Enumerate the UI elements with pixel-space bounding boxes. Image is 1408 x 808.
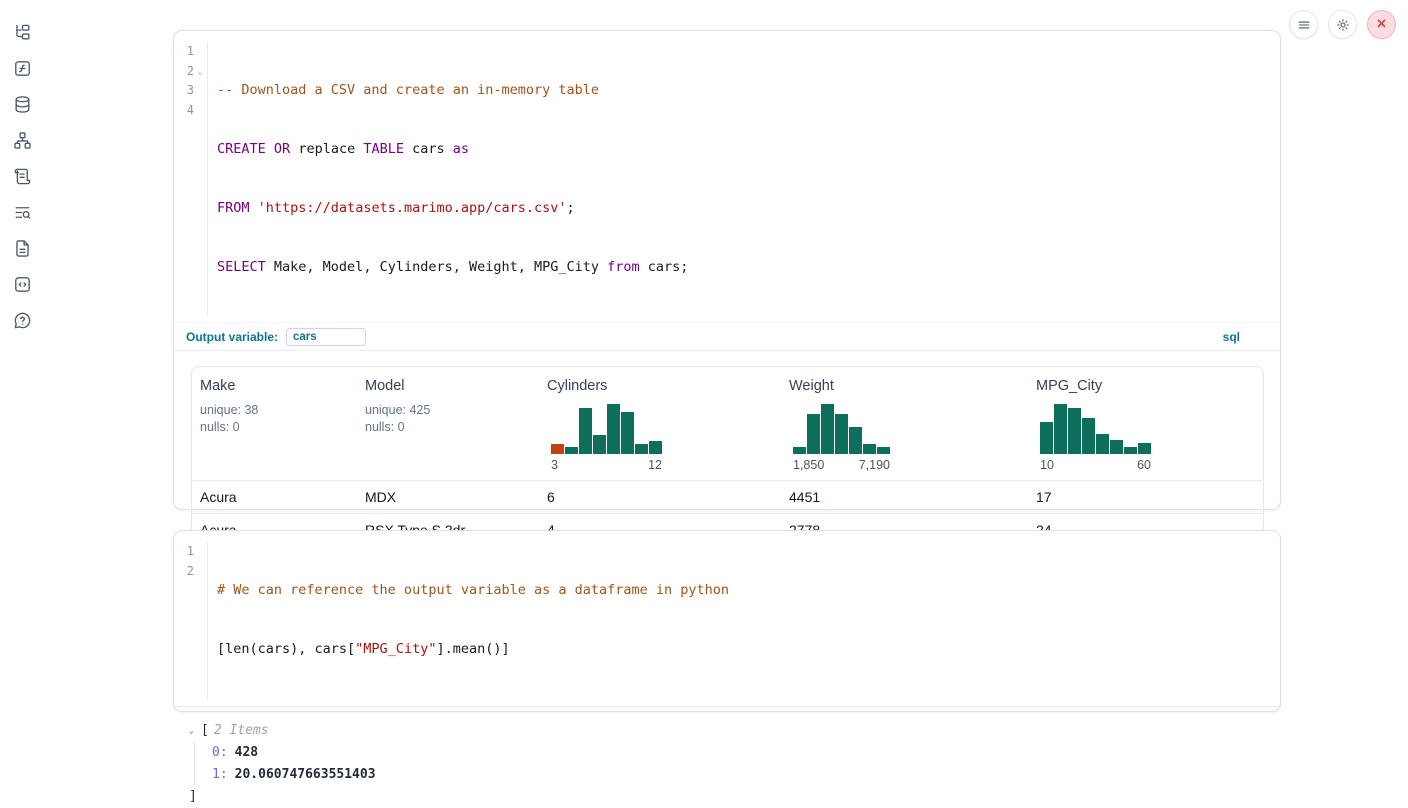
weight-histogram bbox=[793, 402, 890, 454]
menu-button[interactable] bbox=[1289, 10, 1318, 39]
sql-code-editor[interactable]: 1 2⌄ 3 4 -- Download a CSV and create an… bbox=[174, 31, 1280, 316]
left-panel-sidebar bbox=[0, 0, 44, 729]
line-number: 1 bbox=[174, 42, 194, 62]
histogram-bar bbox=[607, 404, 620, 454]
line-number-gutter: 1 2⌄ 3 4 bbox=[174, 42, 208, 316]
dependency-graph-icon[interactable] bbox=[0, 122, 44, 158]
database-icon[interactable] bbox=[0, 86, 44, 122]
histogram-bar bbox=[1068, 408, 1081, 454]
tree-children: 0: 428 1: 20.060747663551403 bbox=[194, 742, 1280, 786]
python-code-editor[interactable]: 1 2 # We can reference the output variab… bbox=[174, 531, 1280, 699]
snippets-code-icon[interactable] bbox=[0, 266, 44, 302]
code-line: FROM 'https://datasets.marimo.app/cars.c… bbox=[217, 199, 688, 219]
output-variable-input[interactable] bbox=[286, 328, 366, 346]
histogram-bar bbox=[1054, 404, 1067, 454]
histogram-bar bbox=[621, 412, 634, 454]
histogram-bar bbox=[807, 414, 820, 454]
collapse-chevron-icon[interactable]: ⌄ bbox=[189, 720, 201, 742]
settings-button[interactable] bbox=[1328, 10, 1357, 39]
table-header-row: Make unique: 38 nulls: 0 Model unique: 4… bbox=[192, 367, 1263, 480]
column-header-model[interactable]: Model unique: 425 nulls: 0 bbox=[357, 367, 539, 480]
histogram-bar bbox=[579, 408, 592, 454]
file-tree-icon[interactable] bbox=[0, 14, 44, 50]
text-search-icon[interactable] bbox=[0, 194, 44, 230]
code-line: SELECT Make, Model, Cylinders, Weight, M… bbox=[217, 258, 688, 278]
code-line: CREATE OR replace TABLE cars as bbox=[217, 140, 688, 160]
histogram-bar bbox=[877, 447, 890, 454]
hist-tick-max: 60 bbox=[1137, 458, 1151, 472]
histogram-bar bbox=[1096, 434, 1109, 454]
fold-chevron-icon[interactable]: ⌄ bbox=[194, 62, 206, 82]
item-key: 1: bbox=[212, 764, 228, 786]
line-number: 3 bbox=[174, 81, 194, 101]
line-number-gutter: 1 2 bbox=[174, 542, 208, 699]
column-header-weight[interactable]: Weight 1,850 7,190 bbox=[781, 367, 1028, 480]
histogram-bar bbox=[1082, 418, 1095, 454]
column-header-mpg-city[interactable]: MPG_City 10 60 bbox=[1028, 367, 1263, 480]
help-chat-icon[interactable] bbox=[0, 302, 44, 338]
tree-item: 1: 20.060747663551403 bbox=[212, 764, 1280, 786]
code-line: # We can reference the output variable a… bbox=[217, 581, 729, 601]
histogram-bar bbox=[835, 414, 848, 454]
column-header-cylinders[interactable]: Cylinders 3 12 bbox=[539, 367, 781, 480]
histogram-bar bbox=[649, 441, 662, 454]
line-number: 4 bbox=[174, 101, 194, 121]
line-number: 2 bbox=[174, 562, 194, 582]
output-variable-row: Output variable: sql bbox=[174, 322, 1280, 351]
menu-icon bbox=[1297, 18, 1311, 32]
histogram-bar bbox=[1124, 447, 1137, 454]
column-header-make[interactable]: Make unique: 38 nulls: 0 bbox=[192, 367, 357, 480]
language-badge[interactable]: sql bbox=[1223, 330, 1240, 344]
histogram-bar bbox=[849, 427, 862, 454]
close-icon: × bbox=[1377, 15, 1387, 32]
items-count-label: 2 Items bbox=[214, 720, 269, 742]
table-row: AcuraMDX6445117 bbox=[192, 480, 1263, 513]
code-line: -- Download a CSV and create an in-memor… bbox=[217, 81, 688, 101]
histogram-bar bbox=[565, 447, 578, 454]
hist-tick-min: 1,850 bbox=[793, 458, 824, 472]
item-value: 428 bbox=[235, 742, 258, 764]
tree-root-row: ⌄ [ 2 Items bbox=[189, 720, 1280, 742]
histogram-bar bbox=[1138, 443, 1151, 454]
scroll-logs-icon[interactable] bbox=[0, 158, 44, 194]
shutdown-button[interactable]: × bbox=[1367, 10, 1396, 39]
hist-tick-max: 12 bbox=[648, 458, 662, 472]
line-number: 1 bbox=[174, 542, 194, 562]
python-code: # We can reference the output variable a… bbox=[208, 542, 729, 699]
hist-tick-min: 3 bbox=[551, 458, 558, 472]
line-number: 2 bbox=[174, 62, 194, 82]
histogram-bar bbox=[793, 447, 806, 454]
code-line: [len(cars), cars["MPG_City"].mean()] bbox=[217, 640, 729, 660]
hist-tick-min: 10 bbox=[1040, 458, 1054, 472]
hist-tick-max: 7,190 bbox=[859, 458, 890, 472]
histogram-bar bbox=[551, 444, 564, 454]
document-icon[interactable] bbox=[0, 230, 44, 266]
function-icon[interactable] bbox=[0, 50, 44, 86]
gear-icon bbox=[1336, 18, 1350, 32]
histogram-bar bbox=[635, 444, 648, 454]
histogram-bar bbox=[593, 435, 606, 454]
sql-cell: 1 2⌄ 3 4 -- Download a CSV and create an… bbox=[173, 30, 1281, 510]
close-bracket: ] bbox=[189, 786, 197, 808]
item-value: 20.060747663551403 bbox=[235, 764, 376, 786]
python-cell: 1 2 # We can reference the output variab… bbox=[173, 530, 1281, 712]
histogram-bar bbox=[821, 404, 834, 454]
list-output-tree: ⌄ [ 2 Items 0: 428 1: 20.060747663551403… bbox=[174, 707, 1280, 808]
histogram-bar bbox=[863, 444, 876, 454]
tree-item: 0: 428 bbox=[212, 742, 1280, 764]
output-variable-label: Output variable: bbox=[186, 330, 278, 344]
mpg-city-histogram bbox=[1040, 402, 1151, 454]
item-key: 0: bbox=[212, 742, 228, 764]
sql-code: -- Download a CSV and create an in-memor… bbox=[208, 42, 688, 316]
tree-close-row: ] bbox=[189, 786, 1280, 808]
open-bracket: [ bbox=[201, 720, 209, 742]
histogram-bar bbox=[1040, 422, 1053, 454]
histogram-bar bbox=[1110, 440, 1123, 454]
notebook-actions: × bbox=[1289, 10, 1396, 39]
cylinders-histogram bbox=[551, 402, 662, 454]
